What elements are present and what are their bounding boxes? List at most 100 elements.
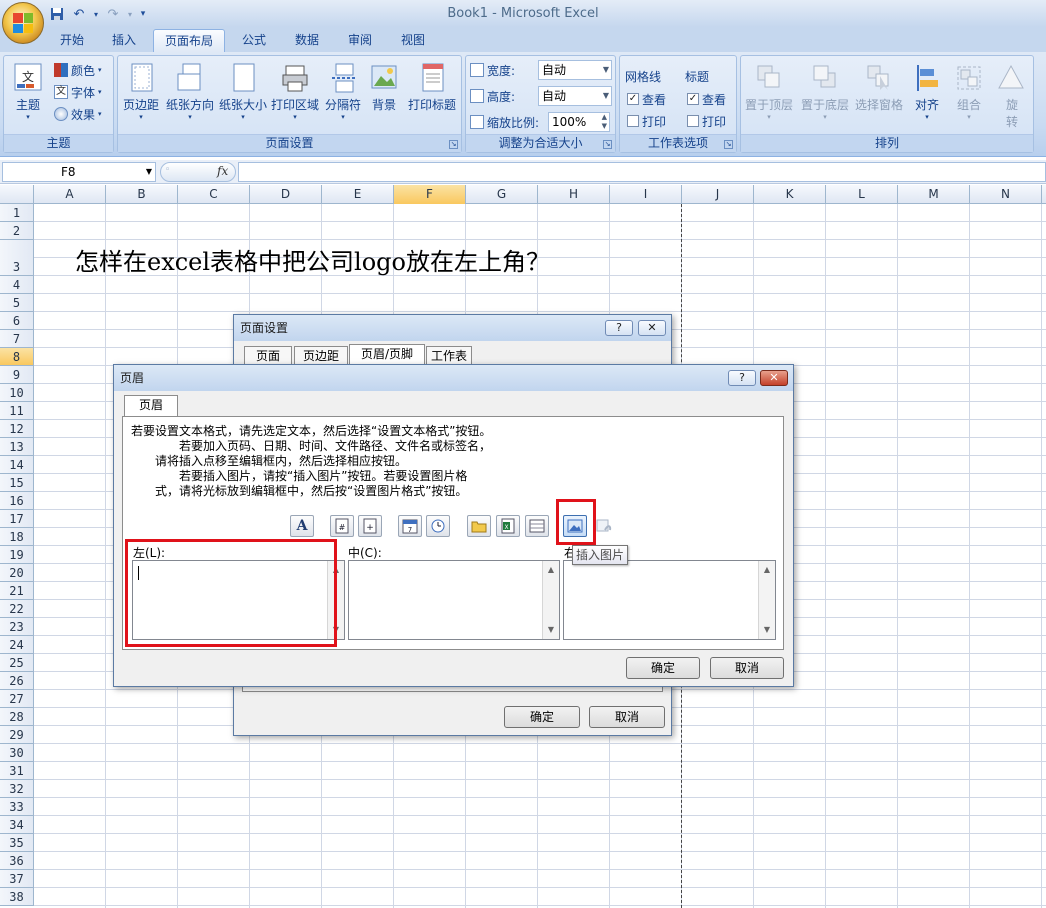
row-header-32[interactable]: 32 — [0, 780, 34, 798]
print-area-button[interactable]: 打印区域 ▾ — [270, 58, 320, 134]
row-header-22[interactable]: 22 — [0, 600, 34, 618]
row-header-29[interactable]: 29 — [0, 726, 34, 744]
close-button[interactable]: ✕ — [638, 320, 666, 336]
row-header-25[interactable]: 25 — [0, 654, 34, 672]
effects-button[interactable]: 效果 ▾ — [54, 104, 102, 124]
row-header-37[interactable]: 37 — [0, 870, 34, 888]
row-header-4[interactable]: 4 — [0, 276, 34, 294]
center-section-editbox[interactable]: ▲ ▼ — [348, 560, 560, 640]
orientation-button[interactable]: 纸张方向 ▾ — [164, 58, 216, 134]
dialog-launcher-icon[interactable]: ↘ — [449, 140, 458, 149]
fonts-button[interactable]: 文 字体 ▾ — [54, 82, 102, 102]
page-setup-cancel-button[interactable]: 取消 — [589, 706, 665, 728]
row-header-2[interactable]: 2 — [0, 222, 34, 240]
row-header-34[interactable]: 34 — [0, 816, 34, 834]
headings-view-checkbox[interactable]: ✓ 查看 — [687, 89, 726, 109]
date-icon[interactable]: 7 — [398, 515, 422, 537]
scroll-up-icon[interactable]: ▲ — [543, 563, 559, 577]
row-header-27[interactable]: 27 — [0, 690, 34, 708]
width-select[interactable]: 自动 ▼ — [538, 60, 612, 80]
row-header-11[interactable]: 11 — [0, 402, 34, 420]
align-button[interactable]: 对齐 ▾ — [907, 58, 947, 134]
right-scrollbar[interactable]: ▲ ▼ — [758, 561, 775, 639]
background-button[interactable]: 背景 — [366, 58, 402, 134]
file-name-icon[interactable]: X — [496, 515, 520, 537]
office-button[interactable] — [2, 2, 44, 44]
row-header-3[interactable]: 3 — [0, 240, 34, 276]
help-button[interactable]: ? — [728, 370, 756, 386]
row-header-31[interactable]: 31 — [0, 762, 34, 780]
tab-home[interactable]: 开始 — [52, 29, 92, 52]
print-titles-button[interactable]: 打印标题 — [404, 58, 460, 134]
column-header-m[interactable]: M — [898, 185, 970, 204]
height-select[interactable]: 自动 ▼ — [538, 86, 612, 106]
row-header-38[interactable]: 38 — [0, 888, 34, 906]
tab-page-layout[interactable]: 页面布局 — [153, 29, 225, 52]
file-path-icon[interactable] — [467, 515, 491, 537]
tab-review[interactable]: 审阅 — [340, 29, 380, 52]
tab-margins[interactable]: 页边距 — [294, 346, 348, 366]
selection-pane-button[interactable]: 选择窗格 — [853, 58, 905, 134]
row-header-15[interactable]: 15 — [0, 474, 34, 492]
dialog-launcher-icon[interactable]: ↘ — [724, 140, 733, 149]
page-count-icon[interactable]: + — [358, 515, 382, 537]
column-header-j[interactable]: J — [682, 185, 754, 204]
page-number-icon[interactable]: # — [330, 515, 354, 537]
row-header-17[interactable]: 17 — [0, 510, 34, 528]
tab-formulas[interactable]: 公式 — [234, 29, 274, 52]
expand-handle-icon[interactable]: ◦ — [165, 165, 170, 175]
sheet-name-icon[interactable] — [525, 515, 549, 537]
tab-page[interactable]: 页面 — [244, 346, 292, 366]
row-header-16[interactable]: 16 — [0, 492, 34, 510]
row-header-33[interactable]: 33 — [0, 798, 34, 816]
tab-view[interactable]: 视图 — [393, 29, 433, 52]
row-header-6[interactable]: 6 — [0, 312, 34, 330]
page-setup-ok-button[interactable]: 确定 — [504, 706, 580, 728]
column-header-i[interactable]: I — [610, 185, 682, 204]
bring-to-front-button[interactable]: 置于顶层 ▾ — [743, 58, 795, 134]
tab-data[interactable]: 数据 — [287, 29, 327, 52]
row-header-5[interactable]: 5 — [0, 294, 34, 312]
column-header-c[interactable]: C — [178, 185, 250, 204]
right-section-editbox[interactable]: ▲ ▼ — [563, 560, 776, 640]
gridlines-print-checkbox[interactable]: 打印 — [627, 111, 666, 131]
chevron-down-icon[interactable]: ▼ — [146, 163, 152, 181]
header-cancel-button[interactable]: 取消 — [710, 657, 784, 679]
size-button[interactable]: 纸张大小 ▾ — [218, 58, 268, 134]
scroll-down-icon[interactable]: ▼ — [759, 623, 775, 637]
row-header-14[interactable]: 14 — [0, 456, 34, 474]
column-header-e[interactable]: E — [322, 185, 394, 204]
tab-sheet[interactable]: 工作表 — [426, 346, 472, 366]
center-scrollbar[interactable]: ▲ ▼ — [542, 561, 559, 639]
themes-button[interactable]: 文 主题 ▾ — [6, 58, 50, 134]
row-header-8[interactable]: 8 — [0, 348, 34, 366]
spinner-arrows-icon[interactable]: ▲ ▼ — [602, 113, 607, 131]
column-header-h[interactable]: H — [538, 185, 610, 204]
formula-input[interactable] — [238, 162, 1046, 182]
row-header-24[interactable]: 24 — [0, 636, 34, 654]
column-header-n[interactable]: N — [970, 185, 1042, 204]
row-header-28[interactable]: 28 — [0, 708, 34, 726]
row-header-13[interactable]: 13 — [0, 438, 34, 456]
row-header-36[interactable]: 36 — [0, 852, 34, 870]
column-header-d[interactable]: D — [250, 185, 322, 204]
margins-button[interactable]: 页边距 ▾ — [120, 58, 162, 134]
row-header-35[interactable]: 35 — [0, 834, 34, 852]
tab-header[interactable]: 页眉 — [124, 395, 178, 417]
headings-print-checkbox[interactable]: 打印 — [687, 111, 726, 131]
row-header-18[interactable]: 18 — [0, 528, 34, 546]
tab-insert[interactable]: 插入 — [104, 29, 144, 52]
row-header-12[interactable]: 12 — [0, 420, 34, 438]
row-header-9[interactable]: 9 — [0, 366, 34, 384]
column-header-b[interactable]: B — [106, 185, 178, 204]
rotate-button[interactable]: 旋转 — [991, 58, 1031, 134]
send-to-back-button[interactable]: 置于底层 ▾ — [799, 58, 851, 134]
column-header-g[interactable]: G — [466, 185, 538, 204]
gridlines-view-checkbox[interactable]: ✓ 查看 — [627, 89, 666, 109]
row-header-10[interactable]: 10 — [0, 384, 34, 402]
group-button[interactable]: 组合 ▾ — [949, 58, 989, 134]
row-header-20[interactable]: 20 — [0, 564, 34, 582]
scroll-down-icon[interactable]: ▼ — [543, 623, 559, 637]
time-icon[interactable] — [426, 515, 450, 537]
header-ok-button[interactable]: 确定 — [626, 657, 700, 679]
